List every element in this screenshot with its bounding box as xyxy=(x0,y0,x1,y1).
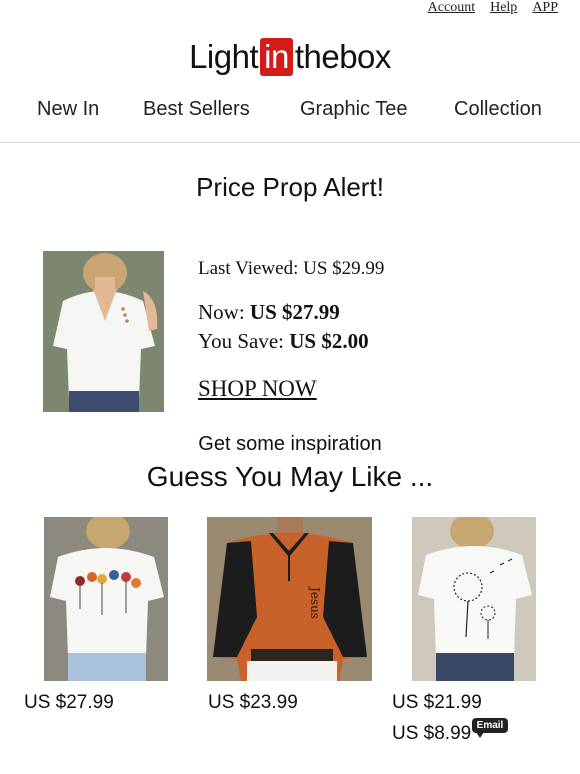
nav-collection[interactable]: Collection xyxy=(454,98,542,121)
now-value: US $27.99 xyxy=(249,300,340,324)
now-label: Now: xyxy=(198,300,250,324)
last-viewed-label: Last Viewed: xyxy=(198,258,304,279)
email-page: Account Help APP Light in thebox New In … xyxy=(0,0,580,774)
logo-text-light: Light xyxy=(189,38,259,75)
recommended-product-1-price[interactable]: US $27.99 xyxy=(24,692,114,714)
logo-text-in: in xyxy=(260,38,293,76)
svg-text:Jesus: Jesus xyxy=(308,585,322,619)
last-viewed-value: US $29.99 xyxy=(303,258,385,279)
recommended-product-3-extra-price[interactable]: US $8.99 xyxy=(392,723,471,745)
recommended-product-3-image[interactable] xyxy=(412,517,536,681)
page-title: Price Prop Alert! xyxy=(196,172,384,202)
lightinthebox-logo[interactable]: Light in thebox xyxy=(0,38,580,76)
recommended-product-3-price[interactable]: US $21.99 xyxy=(392,692,482,714)
inspiration-text: Get some inspiration xyxy=(198,433,382,455)
viewed-product-image[interactable] xyxy=(43,251,164,412)
app-link[interactable]: APP xyxy=(532,0,558,16)
nav-new-in[interactable]: New In xyxy=(37,98,99,121)
main-nav: New In Best Sellers Graphic Tee Collecti… xyxy=(0,98,580,124)
guess-you-may-like-heading: Guess You May Like ... xyxy=(146,461,434,492)
last-viewed-price: Last Viewed: US $29.99 xyxy=(198,258,384,280)
top-links: Account Help APP xyxy=(428,0,558,16)
recommended-product-1-image[interactable] xyxy=(44,517,168,681)
shop-now-link[interactable]: SHOP NOW xyxy=(198,376,317,402)
recommended-product-2-image[interactable]: Jesus xyxy=(207,517,372,681)
now-price: Now: US $27.99 xyxy=(198,300,340,325)
help-link[interactable]: Help xyxy=(490,0,517,16)
you-save: You Save: US $2.00 xyxy=(198,329,369,354)
nav-best-sellers[interactable]: Best Sellers xyxy=(143,98,250,121)
nav-graphic-tee[interactable]: Graphic Tee xyxy=(300,98,407,121)
recommended-product-2-price[interactable]: US $23.99 xyxy=(208,692,298,714)
account-link[interactable]: Account xyxy=(428,0,475,16)
logo-text-thebox: thebox xyxy=(294,38,392,75)
header-divider xyxy=(0,142,580,143)
save-label: You Save: xyxy=(198,329,290,353)
save-value: US $2.00 xyxy=(289,329,369,353)
email-badge: Email xyxy=(472,718,508,738)
